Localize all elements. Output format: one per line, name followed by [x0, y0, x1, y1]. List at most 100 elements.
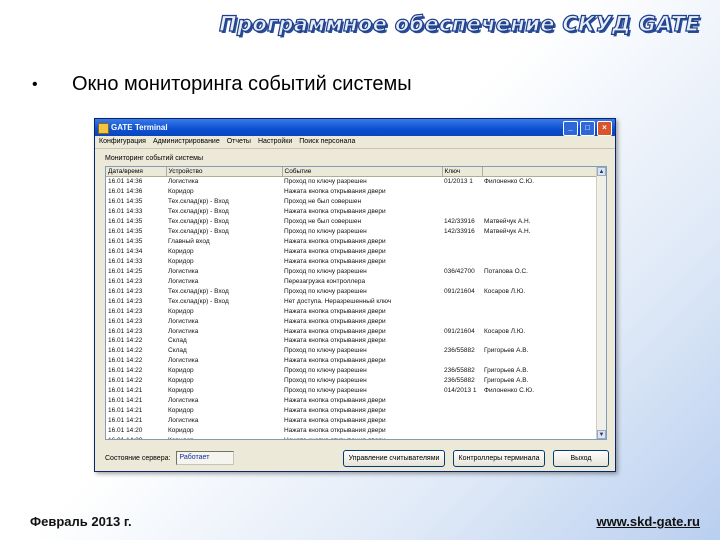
table-cell: Косаров Л.Ю.: [484, 327, 526, 335]
menu-staff-search[interactable]: Поиск персонала: [299, 136, 355, 148]
table-cell: Проход по ключу разрешен: [284, 287, 367, 295]
menu-configuration[interactable]: Конфигурация: [99, 136, 146, 148]
table-cell: Проход по ключу разрешен: [284, 367, 367, 375]
table-row[interactable]: 16.01 14:20КоридорНажата кнопка открыван…: [106, 425, 596, 435]
table-cell: Нажата кнопка открывания двери: [284, 257, 386, 265]
table-cell: Коридор: [168, 377, 194, 385]
column-header[interactable]: Устройство: [166, 167, 283, 177]
table-row[interactable]: 16.01 14:35 Главный вход Нажата кнопка отк…: [106, 237, 596, 247]
table-row[interactable]: 16.01 14:22 Склад Нажата кнопка открывания…: [106, 336, 596, 346]
table-row[interactable]: 16.01 14:35 Тех.склад(кр) - Вход Проход не…: [106, 217, 596, 227]
table-cell: Нажата кнопка открывания двери: [284, 327, 386, 335]
table-row[interactable]: 16.01 14:33 Коридор Нажата кнопка открыван…: [106, 257, 596, 267]
table-row[interactable]: 16.01 14:21 Логистика Нажата кнопка открыв…: [106, 396, 596, 406]
table-cell: 16.01 14:22: [108, 377, 143, 385]
table-row[interactable]: 16.01 14:23 Логистика Перезагрузка контрол…: [106, 276, 596, 286]
table-cell: 16.01 14:23: [108, 287, 143, 295]
table-row[interactable]: 16.01 14:36 Коридор Нажата кнопка открыван…: [106, 187, 596, 197]
table-cell: [442, 306, 482, 316]
table-cell: Филоненко С.Ю.: [484, 387, 535, 395]
table-cell: [482, 435, 596, 439]
table-cell: 16.01 14:34: [108, 248, 143, 256]
window-title: GATE Terminal: [111, 123, 168, 132]
table-cell: 16.01 14:21: [108, 397, 143, 405]
table-row[interactable]: 16.01 14:22 Коридор Проход по ключу разреш…: [106, 376, 596, 386]
table-row[interactable]: 16.01 14:21 Коридор Проход по ключу разреш…: [106, 386, 596, 396]
column-header[interactable]: Дата/время: [106, 167, 167, 177]
events-grid[interactable]: Дата/время Устройство Событие Ключ 16.01 14…: [105, 166, 607, 440]
terminal-controllers-button[interactable]: Контроллеры терминала: [453, 450, 545, 467]
table-cell: 091/21604: [444, 327, 475, 335]
table-cell: 16.01 14:35: [108, 228, 143, 236]
scroll-up-icon[interactable]: ▲: [597, 167, 606, 176]
table-cell: Логистика: [168, 357, 199, 365]
events-scrollbar[interactable]: ▲ ▼: [596, 167, 606, 439]
table-row[interactable]: 16.01 14:34 Коридор Нажата кнопка открыван…: [106, 247, 596, 257]
table-cell: 014/2013 1: [444, 387, 477, 395]
table-cell: [482, 306, 596, 316]
table-cell: Нажата кнопка открывания двери: [284, 397, 386, 405]
table-row[interactable]: 16.01 14:35 Тех.склад(кр) - Вход Проход по…: [106, 227, 596, 237]
column-header[interactable]: Ключ: [442, 167, 483, 177]
table-cell: 16.01 14:35: [108, 218, 143, 226]
table-row[interactable]: 16.01 14:25 Логистика Проход по ключу разр…: [106, 266, 596, 276]
table-cell: [442, 207, 482, 217]
table-row[interactable]: 16.01 14:23 Логистика Нажата кнопка открыв…: [106, 316, 596, 326]
table-row[interactable]: 16.01 14:21 Логистика Нажата кнопка открыв…: [106, 416, 596, 426]
exit-button[interactable]: Выход: [553, 450, 609, 467]
menubar: Конфигурация Администрирование Отчеты На…: [95, 136, 615, 149]
table-cell: Филоненко С.Ю.: [484, 178, 535, 186]
table-cell: 142/33916: [444, 218, 475, 226]
footer-date: Февраль 2013 г.: [30, 514, 132, 529]
table-cell: [442, 257, 482, 267]
table-row[interactable]: 16.01 14:36 Логистика Проход по ключу разр…: [106, 177, 596, 187]
table-row[interactable]: 16.01 14:22 Логистика Нажата кнопка открыв…: [106, 356, 596, 366]
table-row[interactable]: 16.01 14:23 Тех.склад(кр) - Вход Нет досту…: [106, 296, 596, 306]
window-titlebar[interactable]: GATE Terminal _ □ ×: [95, 119, 615, 136]
table-cell: Нажата кнопка открывания двери: [282, 435, 442, 439]
table-cell: Нажата кнопка открывания двери: [284, 248, 386, 256]
menu-reports[interactable]: Отчеты: [227, 136, 251, 148]
table-cell: [482, 187, 596, 197]
table-row[interactable]: 16.01 14:23 Тех.склад(кр) - Вход Проход по…: [106, 286, 596, 296]
table-cell: Григорьев А.В.: [484, 347, 529, 355]
table-cell: [442, 197, 482, 207]
table-cell: 16.01 14:21: [108, 407, 143, 415]
table-row[interactable]: 16.01 14:21 Коридор Нажата кнопка открыван…: [106, 406, 596, 416]
table-cell: Нажата кнопка открывания двери: [284, 337, 386, 345]
table-cell: Тех.склад(кр) - Вход: [168, 198, 229, 206]
menu-administration[interactable]: Администрирование: [153, 136, 220, 148]
maximize-button[interactable]: □: [580, 121, 595, 136]
minimize-button[interactable]: _: [563, 121, 578, 136]
table-cell: Проход не был совершен: [284, 218, 362, 226]
table-row[interactable]: 16.01 14:23 Логистика Нажата кнопка открыв…: [106, 326, 596, 336]
footer-url-link[interactable]: www.skd-gate.ru: [596, 514, 700, 529]
table-row[interactable]: 16.01 14:22 Коридор Проход по ключу разреш…: [106, 366, 596, 376]
scroll-down-icon[interactable]: ▼: [597, 430, 606, 439]
table-cell: Логистика: [168, 317, 199, 325]
table-cell: Проход не был совершен: [284, 198, 362, 206]
table-row[interactable]: 16.01 14:22 Склад Проход по ключу разрешен…: [106, 346, 596, 356]
slide-heading: Окно мониторинга событий системы: [72, 73, 412, 95]
table-row[interactable]: 16.01 14:20КоридорНажата кнопка открыван…: [106, 435, 596, 439]
close-button[interactable]: ×: [597, 121, 612, 136]
table-row[interactable]: 16.01 14:23 Коридор Нажата кнопка открыван…: [106, 306, 596, 316]
table-cell: [482, 207, 596, 217]
table-cell: Коридор: [166, 435, 282, 439]
table-cell: Логистика: [168, 178, 199, 186]
table-cell: Коридор: [168, 188, 194, 196]
table-cell: Проход по ключу разрешен: [284, 347, 367, 355]
table-row[interactable]: 16.01 14:33 Тех.склад(кр) - Вход Нажата кн…: [106, 207, 596, 217]
column-header[interactable]: [482, 167, 597, 177]
table-cell: Логистика: [168, 397, 199, 405]
column-header[interactable]: Событие: [282, 167, 443, 177]
menu-settings[interactable]: Настройки: [258, 136, 292, 148]
table-cell: Проход по ключу разрешен: [284, 267, 367, 275]
table-cell: [442, 406, 482, 416]
table-cell: Нажата кнопка открывания двери: [284, 317, 386, 325]
table-cell: [482, 336, 596, 346]
table-cell: 16.01 14:23: [108, 327, 143, 335]
table-cell: [442, 276, 482, 286]
table-row[interactable]: 16.01 14:35 Тех.склад(кр) - Вход Проход не…: [106, 197, 596, 207]
reader-control-button[interactable]: Управление считывателями: [343, 450, 445, 467]
